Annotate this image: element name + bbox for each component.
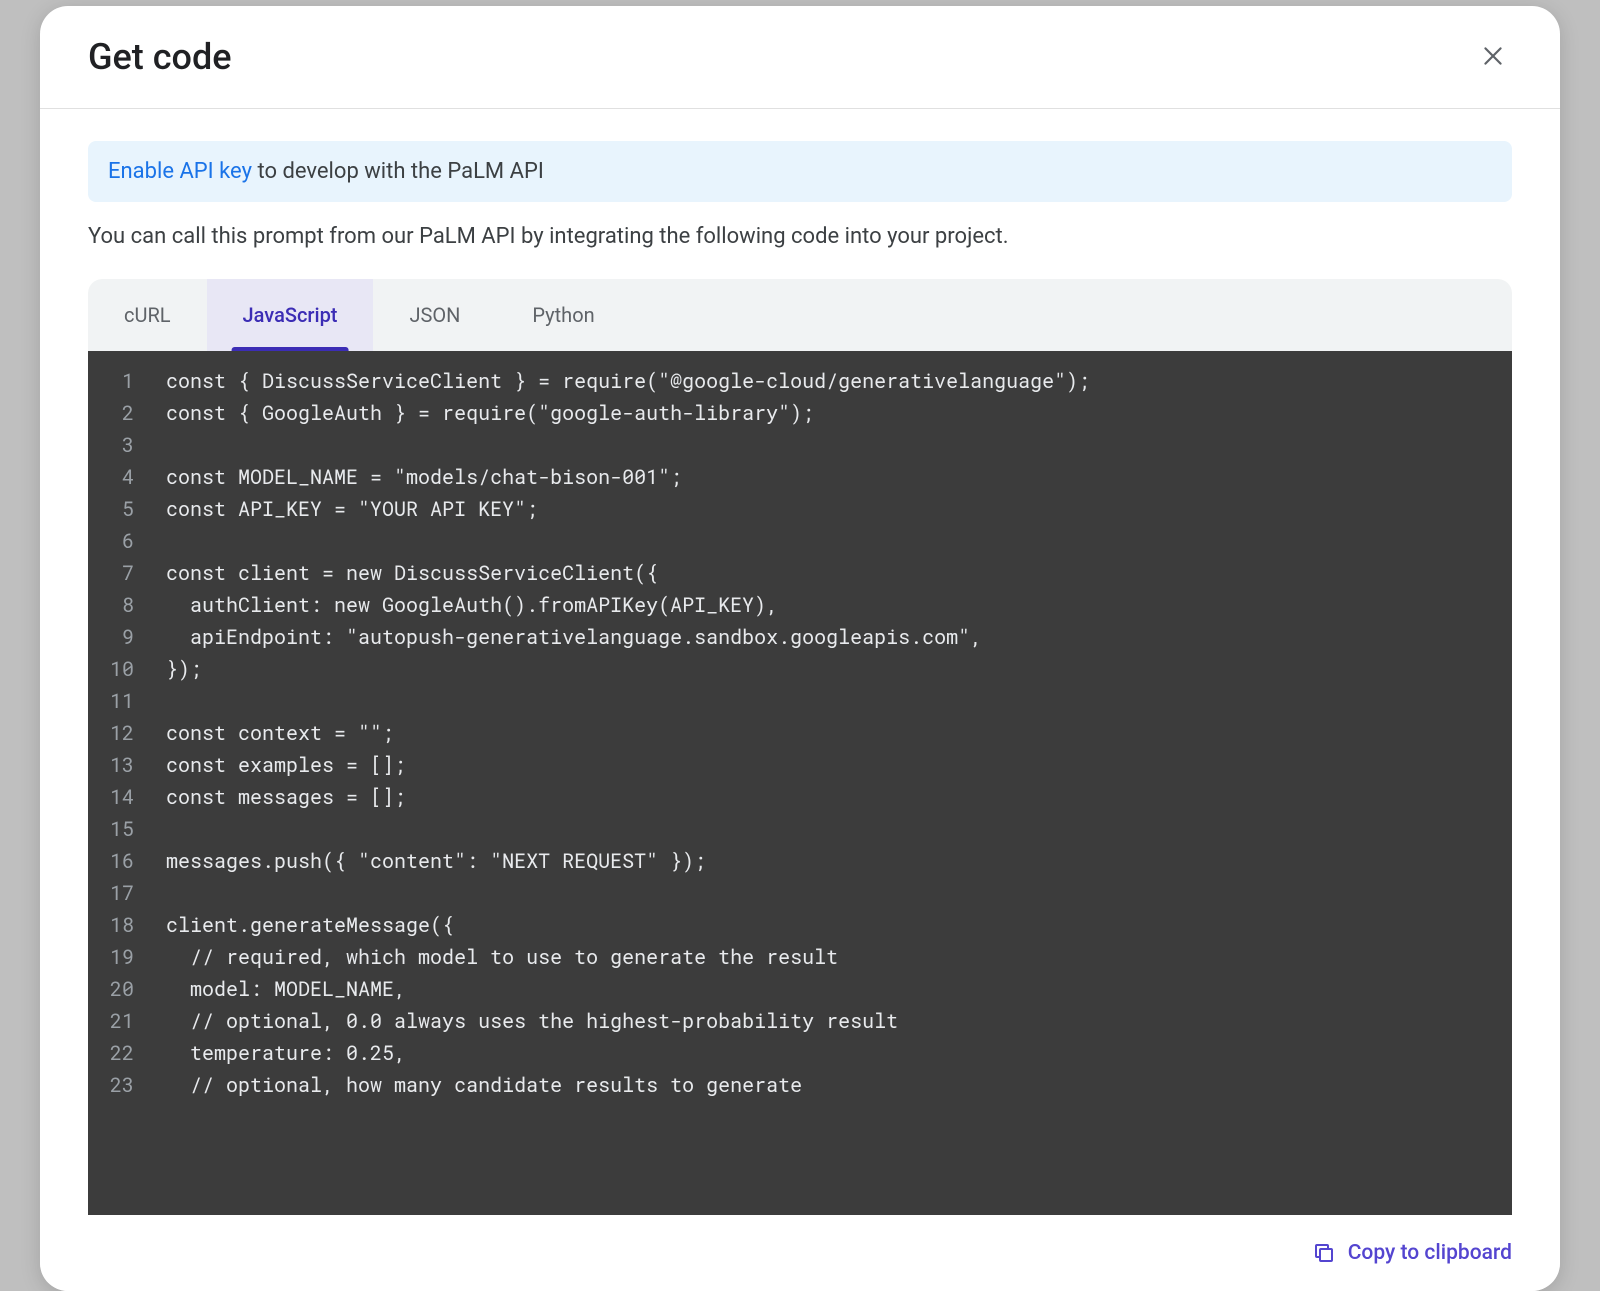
banner-text: to develop with the PaLM API: [252, 159, 544, 184]
code-line: messages.push({ "content": "NEXT REQUEST…: [166, 845, 1502, 877]
enable-api-link[interactable]: Enable API key: [108, 159, 252, 184]
line-number: 13: [110, 749, 134, 781]
line-number: 11: [110, 685, 134, 717]
copy-icon: [1312, 1241, 1336, 1265]
copy-to-clipboard-button[interactable]: Copy to clipboard: [1312, 1241, 1512, 1265]
code-line: const context = "";: [166, 717, 1502, 749]
modal-header: Get code: [40, 6, 1560, 109]
line-number: 14: [110, 781, 134, 813]
code-line: model: MODEL_NAME,: [166, 973, 1502, 1005]
tab-json[interactable]: JSON: [373, 279, 496, 351]
line-number: 6: [110, 525, 134, 557]
line-number: 3: [110, 429, 134, 461]
code-text[interactable]: const { DiscussServiceClient } = require…: [144, 351, 1512, 1215]
copy-label: Copy to clipboard: [1348, 1241, 1512, 1265]
get-code-modal: Get code Enable API key to develop with …: [40, 6, 1560, 1291]
line-number: 19: [110, 941, 134, 973]
code-line: const API_KEY = "YOUR API KEY";: [166, 493, 1502, 525]
modal-content: Enable API key to develop with the PaLM …: [40, 109, 1560, 1215]
line-number: 10: [110, 653, 134, 685]
line-number: 8: [110, 589, 134, 621]
description-text: You can call this prompt from our PaLM A…: [88, 224, 1512, 249]
modal-title: Get code: [88, 36, 232, 78]
code-line: authClient: new GoogleAuth().fromAPIKey(…: [166, 589, 1502, 621]
code-area: 1234567891011121314151617181920212223 co…: [88, 351, 1512, 1215]
code-line: const examples = [];: [166, 749, 1502, 781]
close-icon: [1480, 43, 1506, 69]
line-number: 16: [110, 845, 134, 877]
language-tabs: cURLJavaScriptJSONPython: [88, 279, 1512, 351]
modal-footer: Copy to clipboard: [40, 1215, 1560, 1291]
code-line: const { GoogleAuth } = require("google-a…: [166, 397, 1502, 429]
line-number: 23: [110, 1069, 134, 1101]
code-line: [166, 525, 1502, 557]
line-number: 1: [110, 365, 134, 397]
line-number: 17: [110, 877, 134, 909]
code-line: [166, 429, 1502, 461]
tab-curl[interactable]: cURL: [88, 279, 207, 351]
code-line: // required, which model to use to gener…: [166, 941, 1502, 973]
line-number: 22: [110, 1037, 134, 1069]
code-line: const { DiscussServiceClient } = require…: [166, 365, 1502, 397]
code-line: // optional, 0.0 always uses the highest…: [166, 1005, 1502, 1037]
line-number: 21: [110, 1005, 134, 1037]
code-line: // optional, how many candidate results …: [166, 1069, 1502, 1101]
code-line: const client = new DiscussServiceClient(…: [166, 557, 1502, 589]
line-number: 9: [110, 621, 134, 653]
enable-api-banner: Enable API key to develop with the PaLM …: [88, 141, 1512, 202]
line-number: 4: [110, 461, 134, 493]
close-button[interactable]: [1474, 37, 1512, 78]
line-number: 7: [110, 557, 134, 589]
code-line: [166, 813, 1502, 845]
line-number: 5: [110, 493, 134, 525]
code-line: });: [166, 653, 1502, 685]
code-line: [166, 877, 1502, 909]
code-panel: cURLJavaScriptJSONPython 123456789101112…: [88, 279, 1512, 1215]
tab-javascript[interactable]: JavaScript: [207, 279, 374, 351]
code-line: [166, 685, 1502, 717]
code-line: const messages = [];: [166, 781, 1502, 813]
line-number: 12: [110, 717, 134, 749]
code-line: temperature: 0.25,: [166, 1037, 1502, 1069]
code-line: apiEndpoint: "autopush-generativelanguag…: [166, 621, 1502, 653]
code-line: const MODEL_NAME = "models/chat-bison-00…: [166, 461, 1502, 493]
line-number: 15: [110, 813, 134, 845]
line-number: 2: [110, 397, 134, 429]
tab-python[interactable]: Python: [496, 279, 630, 351]
line-number: 20: [110, 973, 134, 1005]
line-number: 18: [110, 909, 134, 941]
code-line: client.generateMessage({: [166, 909, 1502, 941]
line-number-gutter: 1234567891011121314151617181920212223: [88, 351, 144, 1215]
